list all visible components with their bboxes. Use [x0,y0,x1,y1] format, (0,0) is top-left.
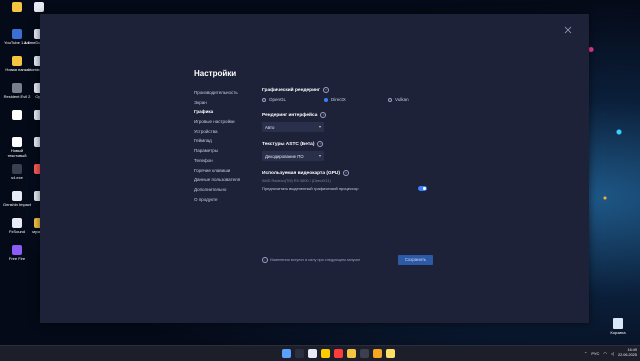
interface-renderer-title: Рендеринг интерфейса [262,112,318,118]
app-icon [12,83,22,93]
recycle-bin-icon [613,318,623,329]
nav-item[interactable]: Геймпад [194,136,240,146]
app-icon [12,164,22,174]
app-icon [12,2,22,12]
prefer-dedicated-toggle[interactable] [418,186,427,191]
nav-item[interactable]: Игровые настройки [194,117,240,127]
desktop-icon-label: s4.exe [11,175,23,180]
app-icon [12,245,22,255]
desktop-icon-label: Free Fire [8,256,26,261]
radio-dot-icon [388,97,392,102]
taskbar-app-icon[interactable] [295,349,304,358]
taskbar-app-icon[interactable] [282,349,291,358]
info-icon[interactable]: ? [343,170,349,176]
nav-item[interactable]: Дополнительно [194,185,240,195]
taskbar-app-icon[interactable] [386,349,395,358]
desktop-icon-label: FxSound [8,229,25,234]
desktop-icon[interactable]: Free Fire [2,245,32,261]
volume-icon[interactable]: ◁ [611,351,614,356]
interface-renderer-section: Рендеринг интерфейса ? Авто [262,112,327,132]
nav-item[interactable]: Экран [194,98,240,108]
app-icon [12,29,22,39]
info-icon[interactable]: ? [322,87,329,93]
system-tray: ⌃ РУС ◠ ◁ 16:49 22.06.2025 [584,348,637,358]
info-icon[interactable]: ? [317,141,324,147]
save-button[interactable]: Сохранить [398,255,433,265]
recycle-bin[interactable]: Корзина [604,318,632,335]
renderer-title: Графический рендеринг [262,87,320,93]
radio-directx[interactable]: DirectX [324,97,346,102]
nav-item[interactable]: Графика [194,107,240,117]
gpu-section: Используемая видеокарта (GPU) ? AMD Rade… [262,170,427,192]
info-icon: i [262,257,268,263]
clock-date: 22.06.2025 [617,353,637,357]
app-icon [12,218,22,228]
interface-renderer-select[interactable]: Авто [262,122,324,132]
gpu-title: Используемая видеокарта (GPU) [262,170,340,176]
app-icon [12,110,22,120]
restart-note-text: Изменения вступят в силу при следующем з… [270,258,361,262]
close-button[interactable] [564,26,572,34]
gpu-value: AMD Radeon(TM) RX 6600 / (DirectX11) [262,179,331,183]
settings-nav: Производительность Экран Графика Игровые на… [194,88,240,204]
taskbar: ⌃ РУС ◠ ◁ 16:49 22.06.2025 [0,345,640,361]
nav-item[interactable]: Горячие клавиши [194,166,240,176]
desktop-icons: YouTube 1.1.1AnimeDownloadeНовая папкаAt… [0,0,55,330]
nav-item[interactable]: Устройства [194,127,240,137]
taskbar-app-icon[interactable] [321,349,330,358]
app-icon [12,56,22,66]
chevron-down-icon [319,155,321,157]
chevron-down-icon [319,126,321,128]
radio-dot-icon [324,97,328,102]
restart-note: i Изменения вступят в силу при следующем… [262,257,360,263]
taskbar-apps [282,349,395,358]
astc-title: Текстуры ASTC (Бета) [262,141,315,147]
app-icon [12,137,22,147]
close-icon [564,26,572,34]
prefer-dedicated-label: Предпочитать выделенный графический проц… [262,186,359,191]
radio-label: DirectX [331,97,346,102]
taskbar-app-icon[interactable] [373,349,382,358]
prefer-dedicated-row: Предпочитать выделенный графический проц… [262,186,427,192]
clock[interactable]: 16:49 22.06.2025 [618,348,637,358]
radio-vulkan[interactable]: Vulkan [388,97,409,102]
renderer-section: Графический рендеринг ? OpenGL DirectX V… [262,87,422,107]
app-icon [12,191,22,201]
select-value: Декодирование ПО [265,153,304,159]
desktop-icon-label: Genshin Impact [2,202,31,207]
page-title: Настройки [194,69,237,78]
taskbar-app-icon[interactable] [347,349,356,358]
taskbar-app-icon[interactable] [308,349,317,358]
nav-item[interactable]: О продукте [194,195,240,205]
desktop-icon[interactable] [24,2,54,13]
chevron-up-icon[interactable]: ⌃ [584,351,587,356]
radio-label: Vulkan [395,97,409,102]
settings-window: Настройки Производительность Экран Графика… [40,14,589,323]
radio-dot-icon [262,97,266,102]
desktop-icon-label: Новый текстовый [7,148,27,158]
astc-select[interactable]: Декодирование ПО [262,151,324,161]
taskbar-app-icon[interactable] [360,349,369,358]
info-icon[interactable]: ? [320,112,327,118]
radio-opengl[interactable]: OpenGL [262,97,286,102]
nav-item[interactable]: Параметры [194,146,240,156]
nav-item[interactable]: Производительность [194,88,240,98]
recycle-bin-label: Корзина [610,330,626,335]
wifi-icon[interactable]: ◠ [603,351,607,356]
taskbar-app-icon[interactable] [334,349,343,358]
nav-item[interactable]: Данные пользователя [194,175,240,185]
select-value: Авто [265,124,275,130]
nav-item[interactable]: Телефон [194,156,240,166]
app-icon [34,2,44,12]
radio-label: OpenGL [269,97,287,102]
language-indicator[interactable]: РУС [591,351,599,356]
astc-section: Текстуры ASTC (Бета) ? Декодирование ПО [262,141,324,161]
